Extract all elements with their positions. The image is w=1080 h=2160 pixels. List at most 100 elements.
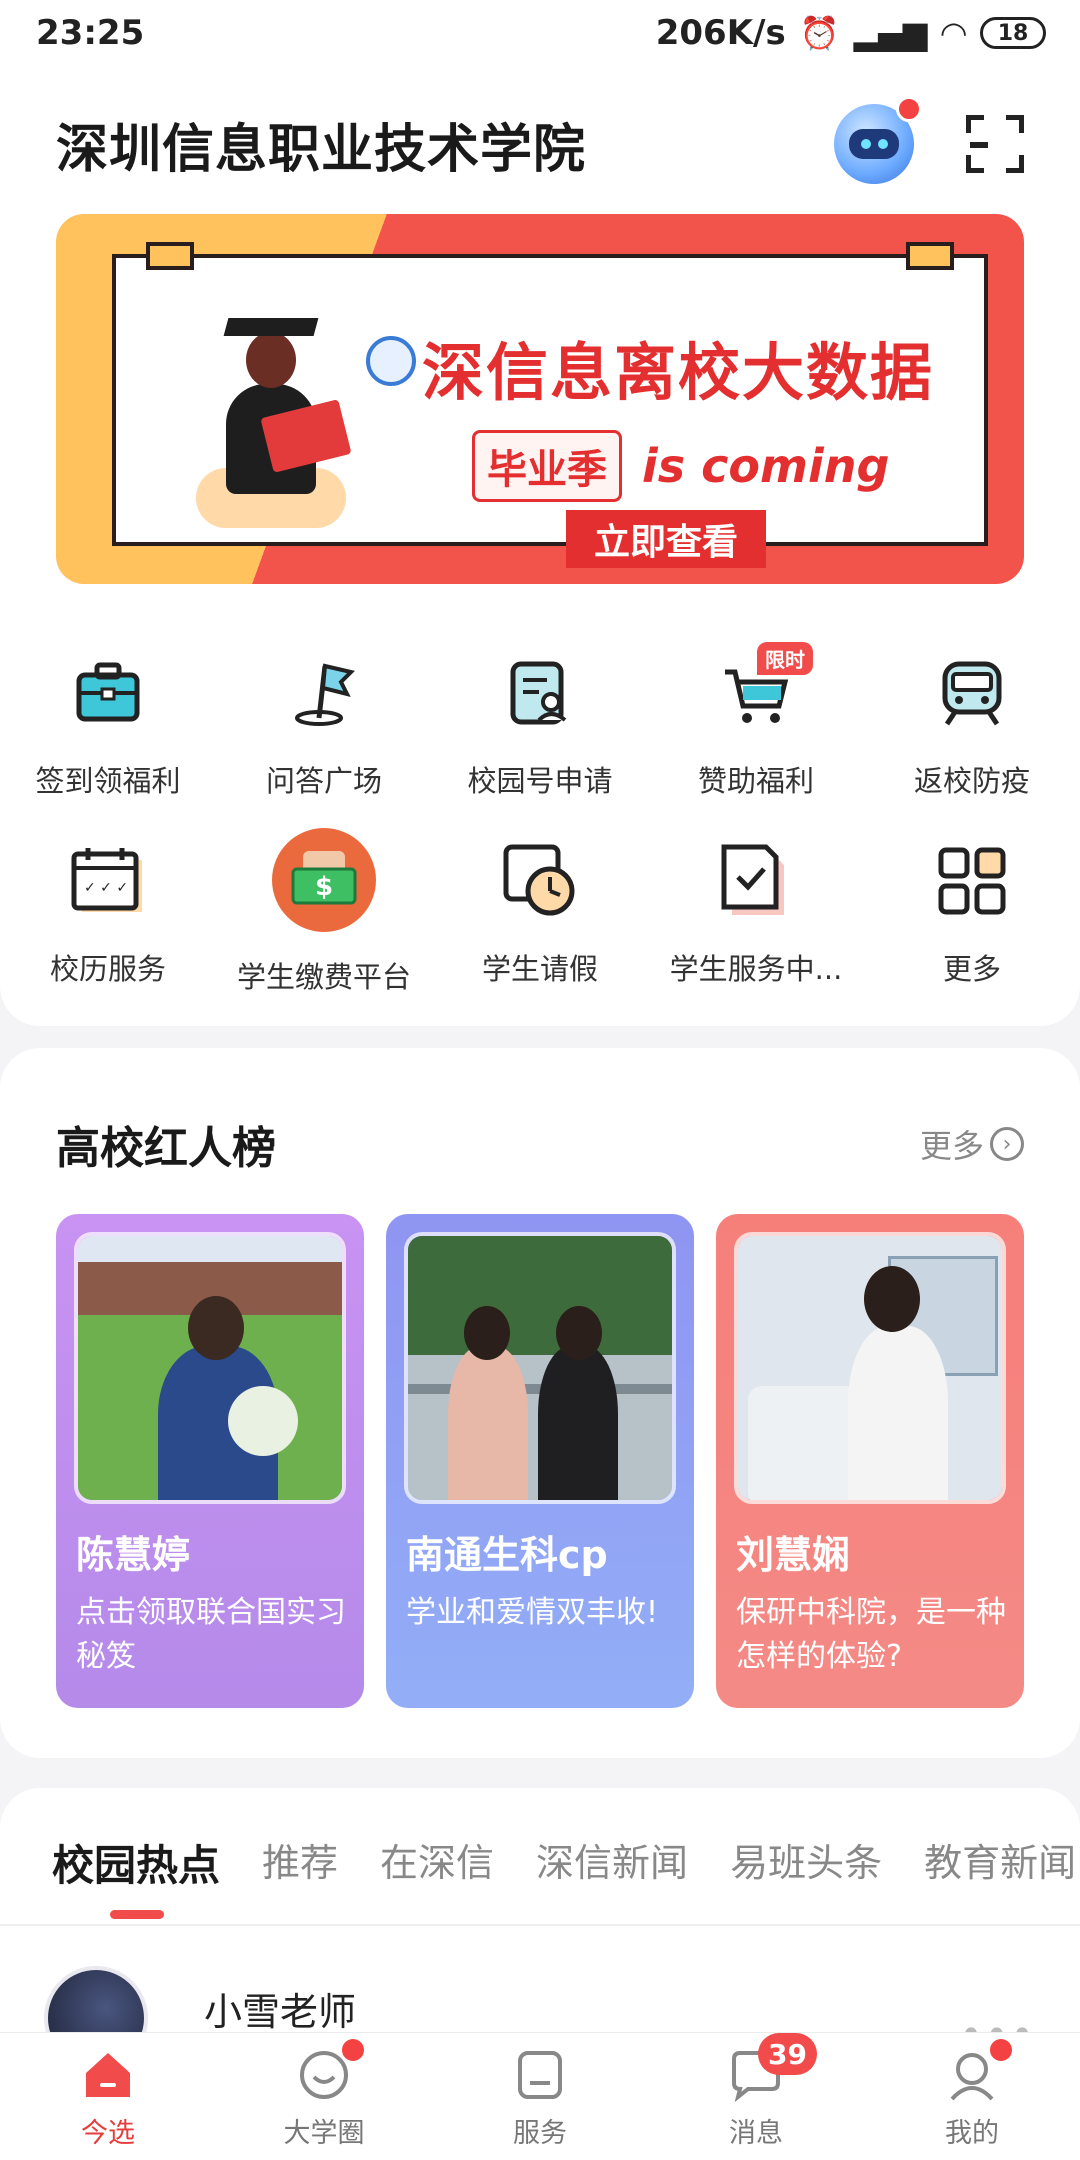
- banner-cta-button[interactable]: 立即查看: [566, 510, 766, 568]
- nav-profile[interactable]: 我的: [864, 2033, 1080, 2160]
- card-name: 陈慧婷: [76, 1533, 191, 1577]
- grid-label: 赞助福利: [697, 764, 814, 798]
- grid-item-sponsor[interactable]: 限时 赞助福利: [648, 620, 864, 808]
- ranking-card[interactable]: 刘慧娴 保研中科院，是一种怎样的体验?: [716, 1214, 1024, 1708]
- train-icon: [929, 650, 1015, 736]
- ranking-header: 高校红人榜 更多 ›: [56, 1112, 1024, 1176]
- chevron-right-icon: ›: [990, 1127, 1024, 1161]
- tab-recommend[interactable]: 推荐: [262, 1832, 338, 1893]
- grid-item-checkin[interactable]: 签到领福利: [0, 620, 216, 808]
- document-check-icon: [713, 838, 799, 924]
- nav-label: 大学圈: [283, 2118, 365, 2149]
- tab-education-news[interactable]: 教育新闻: [924, 1832, 1076, 1893]
- notification-dot: [990, 2039, 1012, 2061]
- nav-services[interactable]: 服务: [432, 2033, 648, 2160]
- tab-campus-hot[interactable]: 校园热点: [52, 1832, 220, 1893]
- grid-item-more[interactable]: 更多: [864, 808, 1080, 996]
- card-name: 刘慧娴: [736, 1533, 851, 1577]
- tab-sziit-news[interactable]: 深信新闻: [536, 1832, 688, 1893]
- grid-item-leave[interactable]: 学生请假: [432, 808, 648, 996]
- grid-label: 学生缴费平台: [236, 960, 411, 994]
- author-name: 小雪老师: [204, 1989, 357, 2034]
- notification-dot: [896, 96, 922, 122]
- nav-label: 消息: [729, 2118, 783, 2149]
- more-label: 更多: [919, 1127, 984, 1165]
- grid-label: 返校防疫: [913, 764, 1030, 798]
- promo-banner[interactable]: 深信息离校大数据 毕业季 is coming 立即查看: [56, 214, 1024, 584]
- app-header: 深圳信息职业技术学院: [56, 94, 1024, 194]
- school-logo-icon: [366, 336, 416, 386]
- card-description: 保研中科院，是一种怎样的体验?: [736, 1595, 1006, 1674]
- svg-text:$: $: [315, 872, 333, 902]
- banner-tag: 毕业季: [472, 430, 622, 502]
- banner-frame: 深信息离校大数据 毕业季 is coming 立即查看: [112, 242, 988, 568]
- grid-item-qa[interactable]: 问答广场: [216, 620, 432, 808]
- ranking-card[interactable]: 陈慧婷 点击领取联合国实习秘笈: [56, 1214, 364, 1708]
- service-grid: 签到领福利 问答广场 校园号申请 限时 赞助福利 返校防疫 ✓ ✓ ✓ 校历服务…: [0, 620, 1080, 996]
- battery-icon: 18: [980, 17, 1046, 49]
- divider: [0, 1924, 1080, 1926]
- alarm-icon: ⏰: [799, 14, 840, 52]
- page-title[interactable]: 深圳信息职业技术学院: [56, 107, 586, 182]
- grid-item-return-campus[interactable]: 返校防疫: [864, 620, 1080, 808]
- message-count-badge: 39: [758, 2033, 817, 2075]
- more-link[interactable]: 更多 ›: [920, 1121, 1024, 1167]
- nav-label: 我的: [945, 2118, 999, 2149]
- graduate-illustration: [196, 318, 352, 538]
- status-bar: 23:25 206K/s ⏰ ▂▄▆ ◠ 18: [0, 0, 1080, 66]
- services-icon: [512, 2047, 568, 2103]
- tab-at-sziit[interactable]: 在深信: [380, 1832, 494, 1893]
- payment-icon: $: [272, 828, 376, 932]
- limited-time-badge: 限时: [757, 642, 813, 675]
- grid-item-calendar[interactable]: ✓ ✓ ✓ 校历服务: [0, 808, 216, 996]
- status-time: 23:25: [36, 13, 145, 53]
- svg-text:✓ ✓ ✓: ✓ ✓ ✓: [84, 880, 128, 896]
- bottom-nav: 今选 大学圈 服务 39 消息 我的: [0, 2032, 1080, 2160]
- card-description: 点击领取联合国实习秘笈: [76, 1595, 346, 1674]
- tab-yiban-headlines[interactable]: 易班头条: [730, 1832, 882, 1893]
- robot-assistant-icon[interactable]: [834, 96, 922, 184]
- card-photo: [404, 1232, 676, 1504]
- ranking-section: 高校红人榜 更多 › 陈慧婷 点击领取联合国实习秘笈 南通生科cp 学业和爱情双…: [0, 1048, 1080, 1758]
- nav-label: 今选: [81, 2118, 135, 2149]
- banner-slogan: is coming: [642, 439, 890, 493]
- scan-icon[interactable]: [966, 115, 1024, 173]
- grid-label: 问答广场: [265, 764, 382, 798]
- notification-dot: [342, 2039, 364, 2061]
- card-photo: [734, 1232, 1006, 1504]
- calendar-icon: ✓ ✓ ✓: [65, 838, 151, 924]
- flag-icon: [281, 650, 367, 736]
- briefcase-icon: [65, 650, 151, 736]
- nav-circle[interactable]: 大学圈: [216, 2033, 432, 2160]
- cart-icon: 限时: [713, 642, 813, 736]
- signal-icon: ▂▄▆: [853, 14, 928, 52]
- ranking-card[interactable]: 南通生科cp 学业和爱情双丰收!: [386, 1214, 694, 1708]
- banner-subtitle: 毕业季 is coming: [472, 430, 889, 502]
- header-actions: [834, 96, 1024, 184]
- id-card-icon: [497, 650, 583, 736]
- home-icon: [80, 2047, 136, 2103]
- grid-item-payment[interactable]: $ 学生缴费平台: [216, 808, 432, 996]
- card-name: 南通生科cp: [406, 1533, 608, 1577]
- tab-indicator: [110, 1910, 164, 1919]
- clock-icon: [497, 838, 583, 924]
- grid-label: 更多: [942, 952, 1001, 986]
- grid-label: 学生请假: [481, 952, 598, 986]
- grid-label: 校园号申请: [467, 764, 613, 798]
- banner-title: 深信息离校大数据: [422, 336, 935, 409]
- network-speed: 206K/s: [655, 13, 786, 53]
- card-description: 学业和爱情双丰收!: [406, 1595, 659, 1630]
- grid-label: 学生服务中...: [669, 952, 843, 986]
- section-title: 高校红人榜: [56, 1123, 276, 1174]
- grid-label: 校历服务: [49, 952, 166, 986]
- ranking-cards: 陈慧婷 点击领取联合国实习秘笈 南通生科cp 学业和爱情双丰收! 刘慧娴 保研中…: [56, 1214, 1024, 1708]
- nav-today[interactable]: 今选: [0, 2033, 216, 2160]
- grid-label: 签到领福利: [35, 764, 181, 798]
- grid-item-campus-account[interactable]: 校园号申请: [432, 620, 648, 808]
- grid-item-student-service[interactable]: 学生服务中...: [648, 808, 864, 996]
- grid-icon: [929, 838, 1015, 924]
- status-indicators: 206K/s ⏰ ▂▄▆ ◠ 18: [656, 13, 1046, 53]
- wifi-icon: ◠: [941, 14, 966, 52]
- nav-messages[interactable]: 39 消息: [648, 2033, 864, 2160]
- smile-icon: [296, 2039, 364, 2103]
